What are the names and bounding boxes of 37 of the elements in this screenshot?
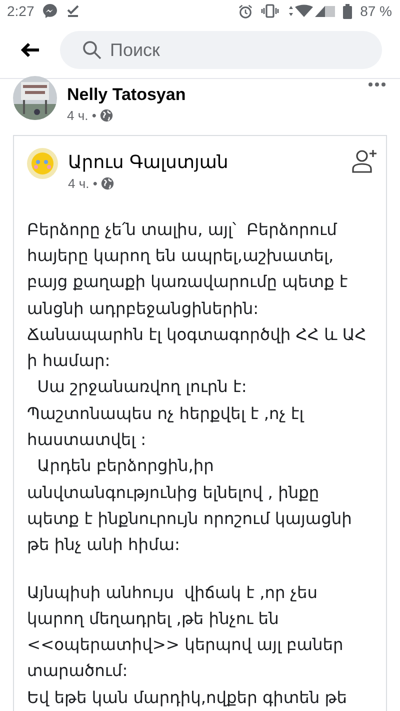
back-arrow-icon[interactable]	[20, 42, 40, 58]
globe-icon	[101, 176, 114, 190]
search-icon	[82, 40, 102, 60]
post-text-line: անվտանգությունից ելնելով , ինքը	[27, 482, 320, 504]
post-text-line: անցնի ադրբեջանցիներին:	[27, 298, 260, 320]
post-text-line: բայց քաղաքի կառավարումը պետք է	[27, 271, 349, 294]
battery-icon	[343, 4, 352, 19]
post-text-line: թե ինչ անի հիմա:	[27, 534, 181, 556]
post-time: 4 ч. •	[67, 108, 96, 123]
post-text-line: Եվ եթե կան մարդիկ,ովքեր գիտեն թե	[27, 686, 348, 709]
post-text-line: <<օպերատիվ>> կերպով այլ բաներ	[27, 634, 344, 656]
post-text-line: հաստատվել :	[27, 429, 148, 452]
add-friend-icon[interactable]	[352, 148, 378, 174]
post-text-line: հայերը կարող են ապրել,աշխատել,	[27, 244, 335, 267]
post-text-line: ի համար:	[27, 350, 112, 372]
post-text-line: կարող մեղադրել ,թե ինչու են	[27, 608, 280, 630]
author-name[interactable]: Nelly Tatosyan	[67, 84, 358, 105]
alarm-icon	[238, 4, 254, 19]
globe-icon	[100, 108, 114, 122]
post-text-line: Ճանապարհն էլ կօգտագործվի ՀՀ և ԱՀ	[27, 324, 368, 346]
battery-percent: 87 %	[360, 3, 392, 20]
post-text-line: Արդեն բերձորցին,իր	[36, 455, 215, 478]
more-options-icon[interactable]	[368, 82, 386, 87]
post-time: 4 ч. •	[68, 176, 98, 191]
signal-status-drawing	[287, 4, 336, 18]
post-text-line: Բերձորը չե՛ն տալիս, այլ՝ Բերձորում	[27, 218, 338, 241]
status-time: 2:27	[7, 3, 34, 20]
post-text-line: Այնպիսի անհույս վիճակ է ,որ չես	[27, 582, 318, 604]
post-text-line: Սա շրջանառվող լուրն է:	[36, 376, 248, 398]
vibrate-icon	[261, 4, 280, 18]
author-name[interactable]: Արուս Գալստյան	[68, 152, 342, 173]
post-text-line: պետք է ինքնուրույն որոշում կայացնի	[27, 508, 353, 530]
post-text-line: Պաշտոնապես ոչ հերքվել է ,ոչ էլ	[27, 402, 306, 425]
search-field[interactable]: Поиск	[60, 31, 382, 70]
download-done-icon	[66, 4, 80, 18]
chat-bubble-icon	[42, 3, 58, 20]
post-text-line: տարածում:	[27, 660, 129, 682]
